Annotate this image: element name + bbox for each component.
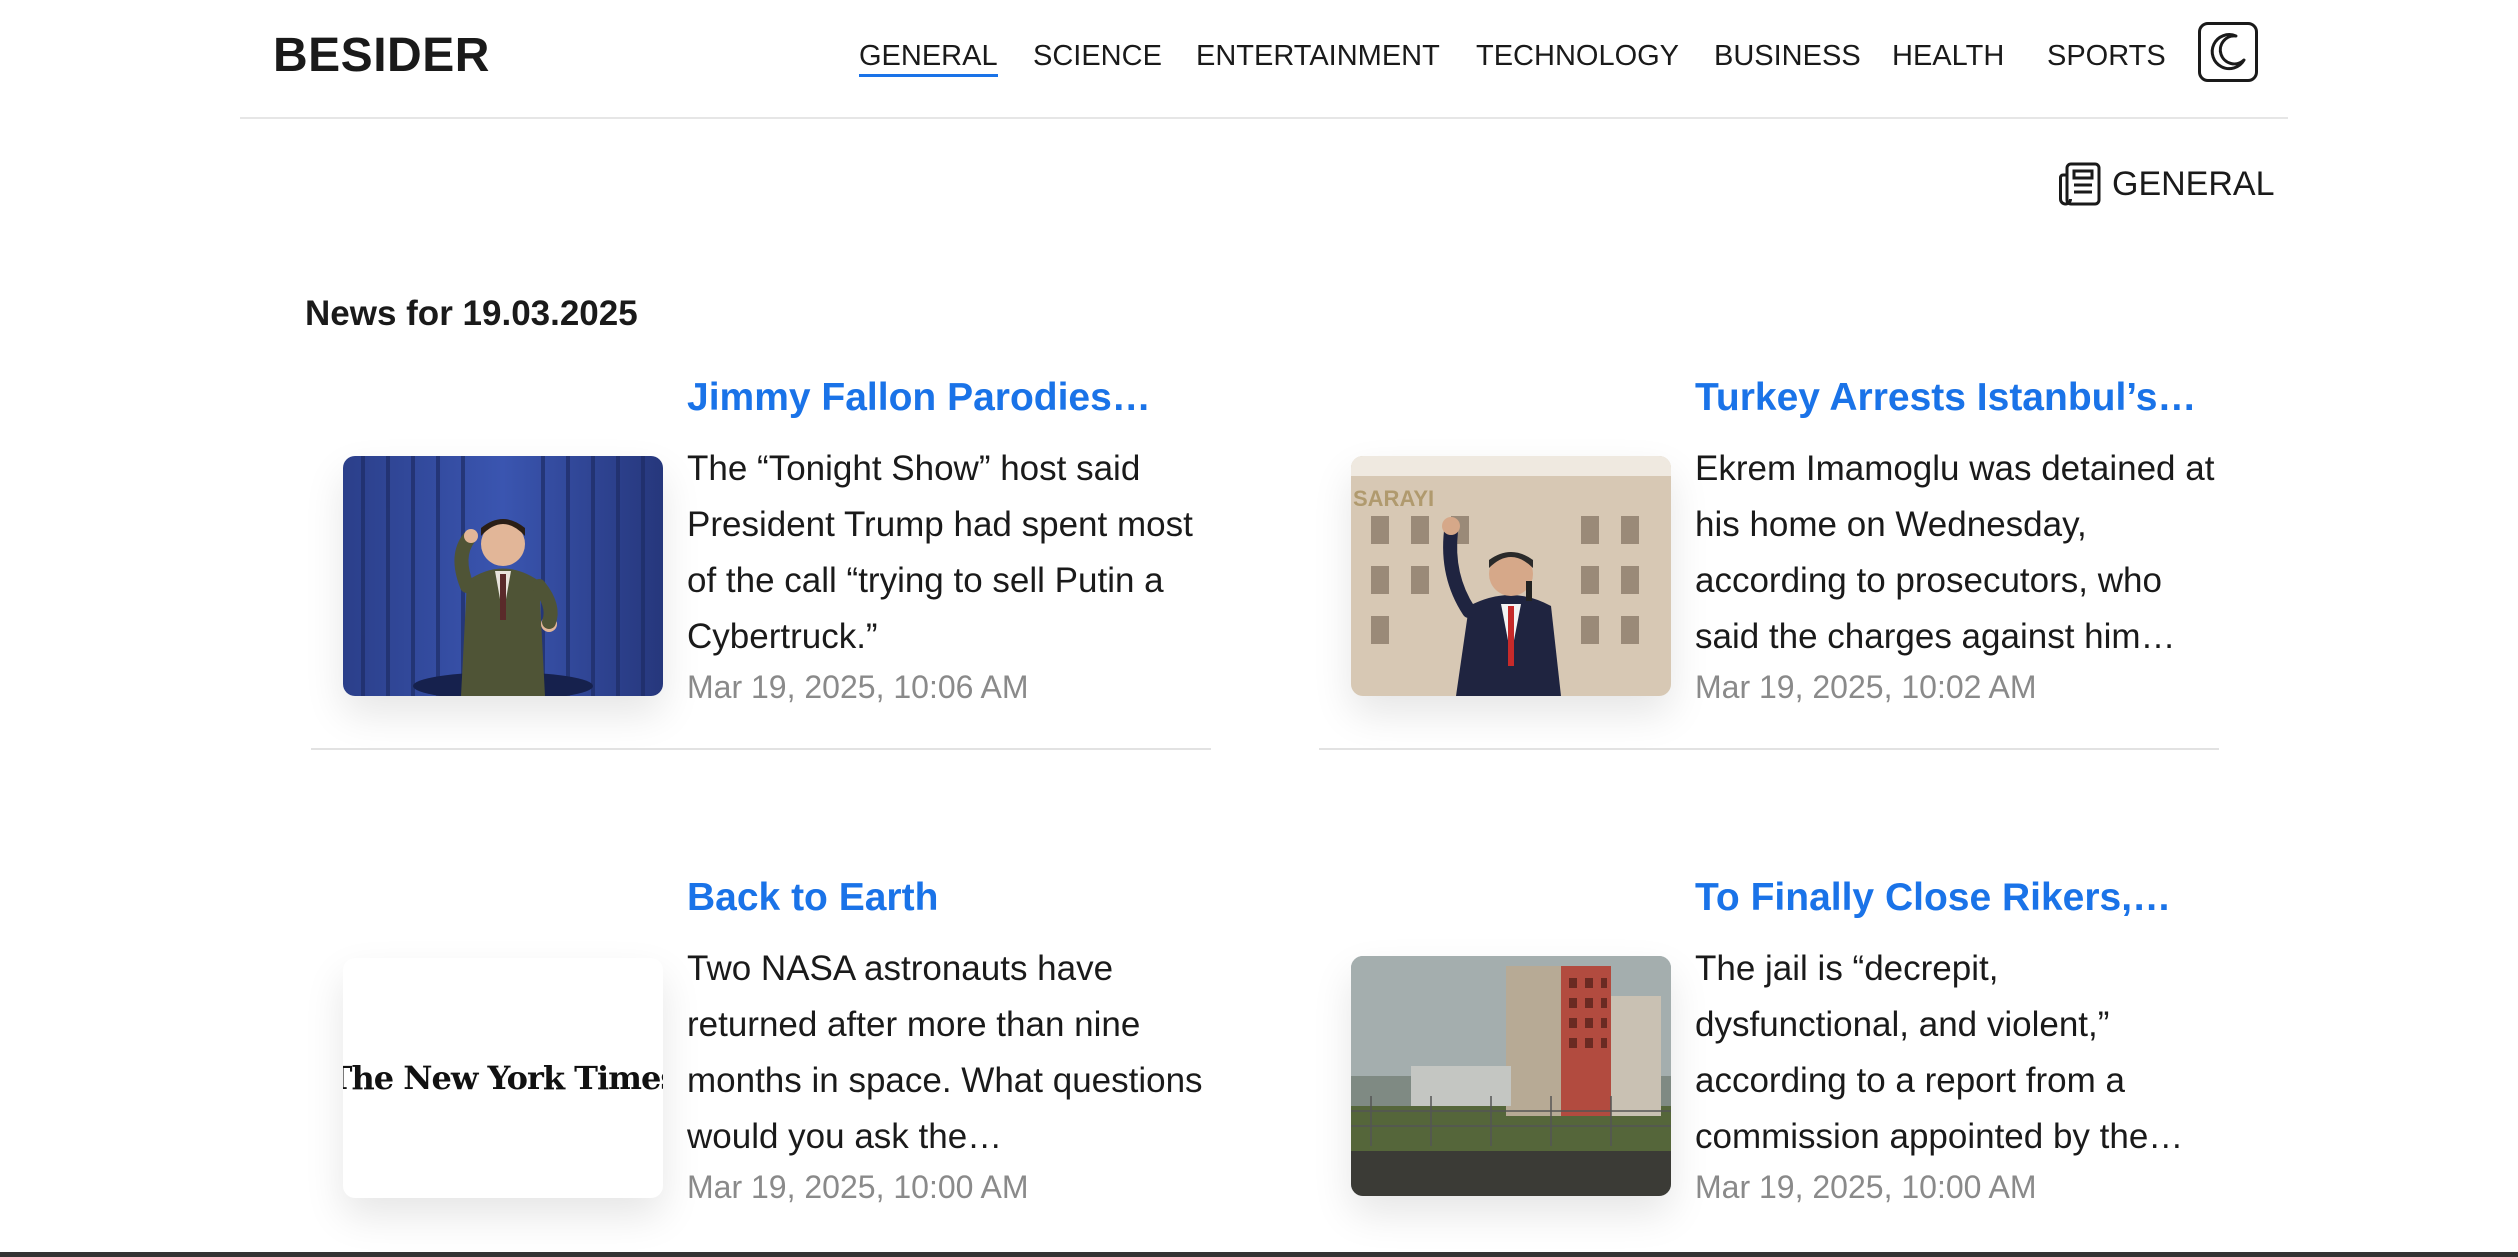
article-title[interactable]: Back to Earth — [687, 874, 1207, 922]
article-timestamp: Mar 19, 2025, 10:06 AM — [687, 669, 1029, 705]
article-card[interactable]: SARAYI Turkey Arrests Istanbul’s… Ekrem … — [1319, 374, 2219, 750]
article-card[interactable]: To Finally Close Rikers,… The jail is “d… — [1319, 874, 2219, 1205]
site-header: BESIDER GENERAL SCIENCE ENTERTAINMENT TE… — [240, 0, 2288, 119]
nav-general[interactable]: GENERAL — [859, 38, 998, 77]
article-text: To Finally Close Rikers,… The jail is “d… — [1695, 874, 2215, 1207]
article-text: Back to Earth Two NASA astronauts have r… — [687, 874, 1207, 1207]
current-category: GENERAL — [2058, 160, 2275, 208]
article-description: The jail is “decrepit, dysfunctional, an… — [1695, 949, 2184, 1156]
nyt-logo: The New York Times — [343, 1059, 663, 1097]
moon-icon — [2210, 33, 2246, 71]
article-timestamp: Mar 19, 2025, 10:02 AM — [1695, 669, 2037, 705]
bottom-border — [0, 1252, 2518, 1257]
newspaper-icon — [2059, 162, 2101, 206]
article-title[interactable]: Turkey Arrests Istanbul’s… — [1695, 374, 2215, 422]
article-title[interactable]: Jimmy Fallon Parodies… — [687, 374, 1207, 422]
article-text: Turkey Arrests Istanbul’s… Ekrem Imamogl… — [1695, 374, 2215, 707]
nav-technology[interactable]: TECHNOLOGY — [1476, 38, 1679, 74]
nav-health[interactable]: HEALTH — [1892, 38, 2004, 74]
article-timestamp: Mar 19, 2025, 10:00 AM — [687, 1169, 1029, 1205]
article-thumbnail[interactable] — [343, 456, 663, 696]
news-date-heading: News for 19.03.2025 — [305, 294, 638, 333]
nyt-logo-thumbnail[interactable]: The New York Times — [343, 958, 663, 1198]
article-title[interactable]: To Finally Close Rikers,… — [1695, 874, 2215, 922]
article-card[interactable]: Jimmy Fallon Parodies… The “Tonight Show… — [311, 374, 1211, 750]
article-divider — [311, 748, 1211, 750]
article-timestamp: Mar 19, 2025, 10:00 AM — [1695, 1169, 2037, 1205]
article-card[interactable]: The New York Times Back to Earth Two NAS… — [311, 874, 1211, 1205]
article-thumbnail[interactable] — [1351, 956, 1671, 1196]
nav-sports[interactable]: SPORTS — [2047, 38, 2166, 74]
article-divider — [1319, 748, 2219, 750]
nav-science[interactable]: SCIENCE — [1033, 38, 1162, 74]
nav-business[interactable]: BUSINESS — [1714, 38, 1861, 74]
nav-entertainment[interactable]: ENTERTAINMENT — [1196, 38, 1440, 74]
svg-text:SARAYI: SARAYI — [1353, 486, 1434, 511]
article-description: Two NASA astronauts have returned after … — [687, 949, 1203, 1156]
category-label: GENERAL — [2112, 164, 2275, 203]
article-description: The “Tonight Show” host said President T… — [687, 449, 1193, 656]
article-thumbnail[interactable]: SARAYI — [1351, 456, 1671, 696]
article-description: Ekrem Imamoglu was detained at his home … — [1695, 449, 2215, 656]
category-nav: GENERAL SCIENCE ENTERTAINMENT TECHNOLOGY… — [240, 38, 2288, 78]
theme-toggle-button[interactable] — [2198, 22, 2258, 82]
article-text: Jimmy Fallon Parodies… The “Tonight Show… — [687, 374, 1207, 707]
